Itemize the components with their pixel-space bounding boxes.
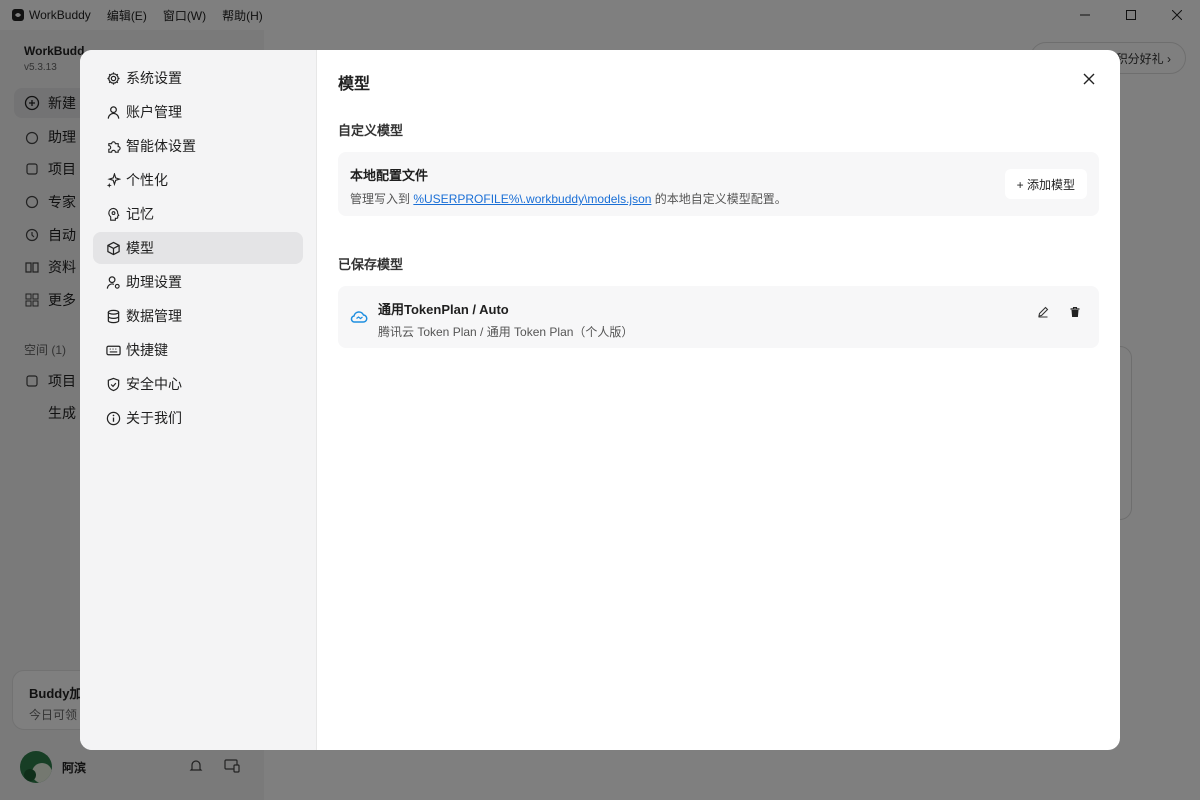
close-dialog-button[interactable] bbox=[1080, 70, 1098, 88]
settings-nav-label: 关于我们 bbox=[126, 410, 182, 426]
settings-nav-about[interactable]: 关于我们 bbox=[93, 402, 303, 434]
info-icon bbox=[106, 411, 121, 426]
settings-nav-label: 系统设置 bbox=[126, 70, 182, 86]
keyboard-icon bbox=[106, 343, 121, 358]
settings-nav-label: 个性化 bbox=[126, 172, 168, 188]
settings-nav-memory[interactable]: 记忆 bbox=[93, 198, 303, 230]
settings-nav-label: 助理设置 bbox=[126, 274, 182, 290]
settings-nav-personalize[interactable]: 个性化 bbox=[93, 164, 303, 196]
pencil-icon bbox=[1038, 306, 1049, 318]
config-path-link[interactable]: %USERPROFILE%\.workbuddy\models.json bbox=[413, 192, 651, 206]
settings-nav-system[interactable]: 系统设置 bbox=[93, 62, 303, 94]
settings-sidebar: 系统设置 账户管理 智能体设置 个性化 记忆 模型 助理设置 数据管理 快捷键 … bbox=[80, 50, 317, 750]
sparkle-icon bbox=[106, 172, 121, 188]
local-config-title: 本地配置文件 bbox=[350, 168, 429, 183]
add-model-button[interactable]: + 添加模型 bbox=[1004, 169, 1087, 199]
settings-nav-shortcuts[interactable]: 快捷键 bbox=[93, 334, 303, 366]
edit-model-button[interactable] bbox=[1033, 302, 1053, 322]
shield-icon bbox=[106, 377, 121, 392]
settings-nav-label: 账户管理 bbox=[126, 104, 182, 120]
settings-nav-data[interactable]: 数据管理 bbox=[93, 300, 303, 332]
settings-nav-label: 快捷键 bbox=[126, 342, 168, 358]
saved-model-provider: 腾讯云 Token Plan / 通用 Token Plan（个人版） bbox=[378, 325, 634, 339]
settings-nav-label: 安全中心 bbox=[126, 376, 182, 392]
settings-nav-assistant[interactable]: 助理设置 bbox=[93, 266, 303, 298]
trash-icon bbox=[1070, 306, 1080, 317]
local-config-description: 管理写入到 %USERPROFILE%\.workbuddy\models.js… bbox=[350, 190, 1087, 207]
settings-nav-model[interactable]: 模型 bbox=[93, 232, 303, 264]
desc-prefix: 管理写入到 bbox=[350, 192, 414, 206]
cube-icon bbox=[106, 241, 121, 256]
brain-icon bbox=[106, 207, 121, 222]
local-config-card: 本地配置文件 管理写入到 %USERPROFILE%\.workbuddy\mo… bbox=[338, 152, 1099, 216]
custom-models-heading: 自定义模型 bbox=[338, 123, 404, 138]
saved-model-item[interactable]: 通用TokenPlan / Auto 腾讯云 Token Plan / 通用 T… bbox=[338, 286, 1099, 348]
user-gear-icon bbox=[106, 275, 121, 290]
settings-content: 模型 自定义模型 本地配置文件 管理写入到 %USERPROFILE%\.wor… bbox=[317, 50, 1120, 750]
page-title: 模型 bbox=[338, 76, 371, 93]
gear-icon bbox=[106, 71, 121, 86]
settings-nav-label: 数据管理 bbox=[126, 308, 182, 324]
settings-nav-label: 记忆 bbox=[126, 206, 154, 222]
delete-model-button[interactable] bbox=[1065, 302, 1085, 322]
database-icon bbox=[106, 309, 121, 324]
settings-nav-label: 智能体设置 bbox=[126, 138, 196, 154]
close-icon bbox=[1083, 73, 1095, 85]
cloud-icon bbox=[350, 311, 368, 323]
settings-nav-account[interactable]: 账户管理 bbox=[93, 96, 303, 128]
saved-model-name: 通用TokenPlan / Auto bbox=[378, 302, 509, 317]
settings-nav-agent[interactable]: 智能体设置 bbox=[93, 130, 303, 162]
settings-modal: 系统设置 账户管理 智能体设置 个性化 记忆 模型 助理设置 数据管理 快捷键 … bbox=[80, 50, 1120, 750]
saved-models-heading: 已保存模型 bbox=[338, 257, 404, 272]
user-icon bbox=[106, 105, 121, 120]
desc-suffix: 的本地自定义模型配置。 bbox=[651, 192, 787, 206]
puzzle-icon bbox=[106, 139, 121, 154]
settings-nav-label: 模型 bbox=[126, 240, 154, 256]
settings-nav-security[interactable]: 安全中心 bbox=[93, 368, 303, 400]
